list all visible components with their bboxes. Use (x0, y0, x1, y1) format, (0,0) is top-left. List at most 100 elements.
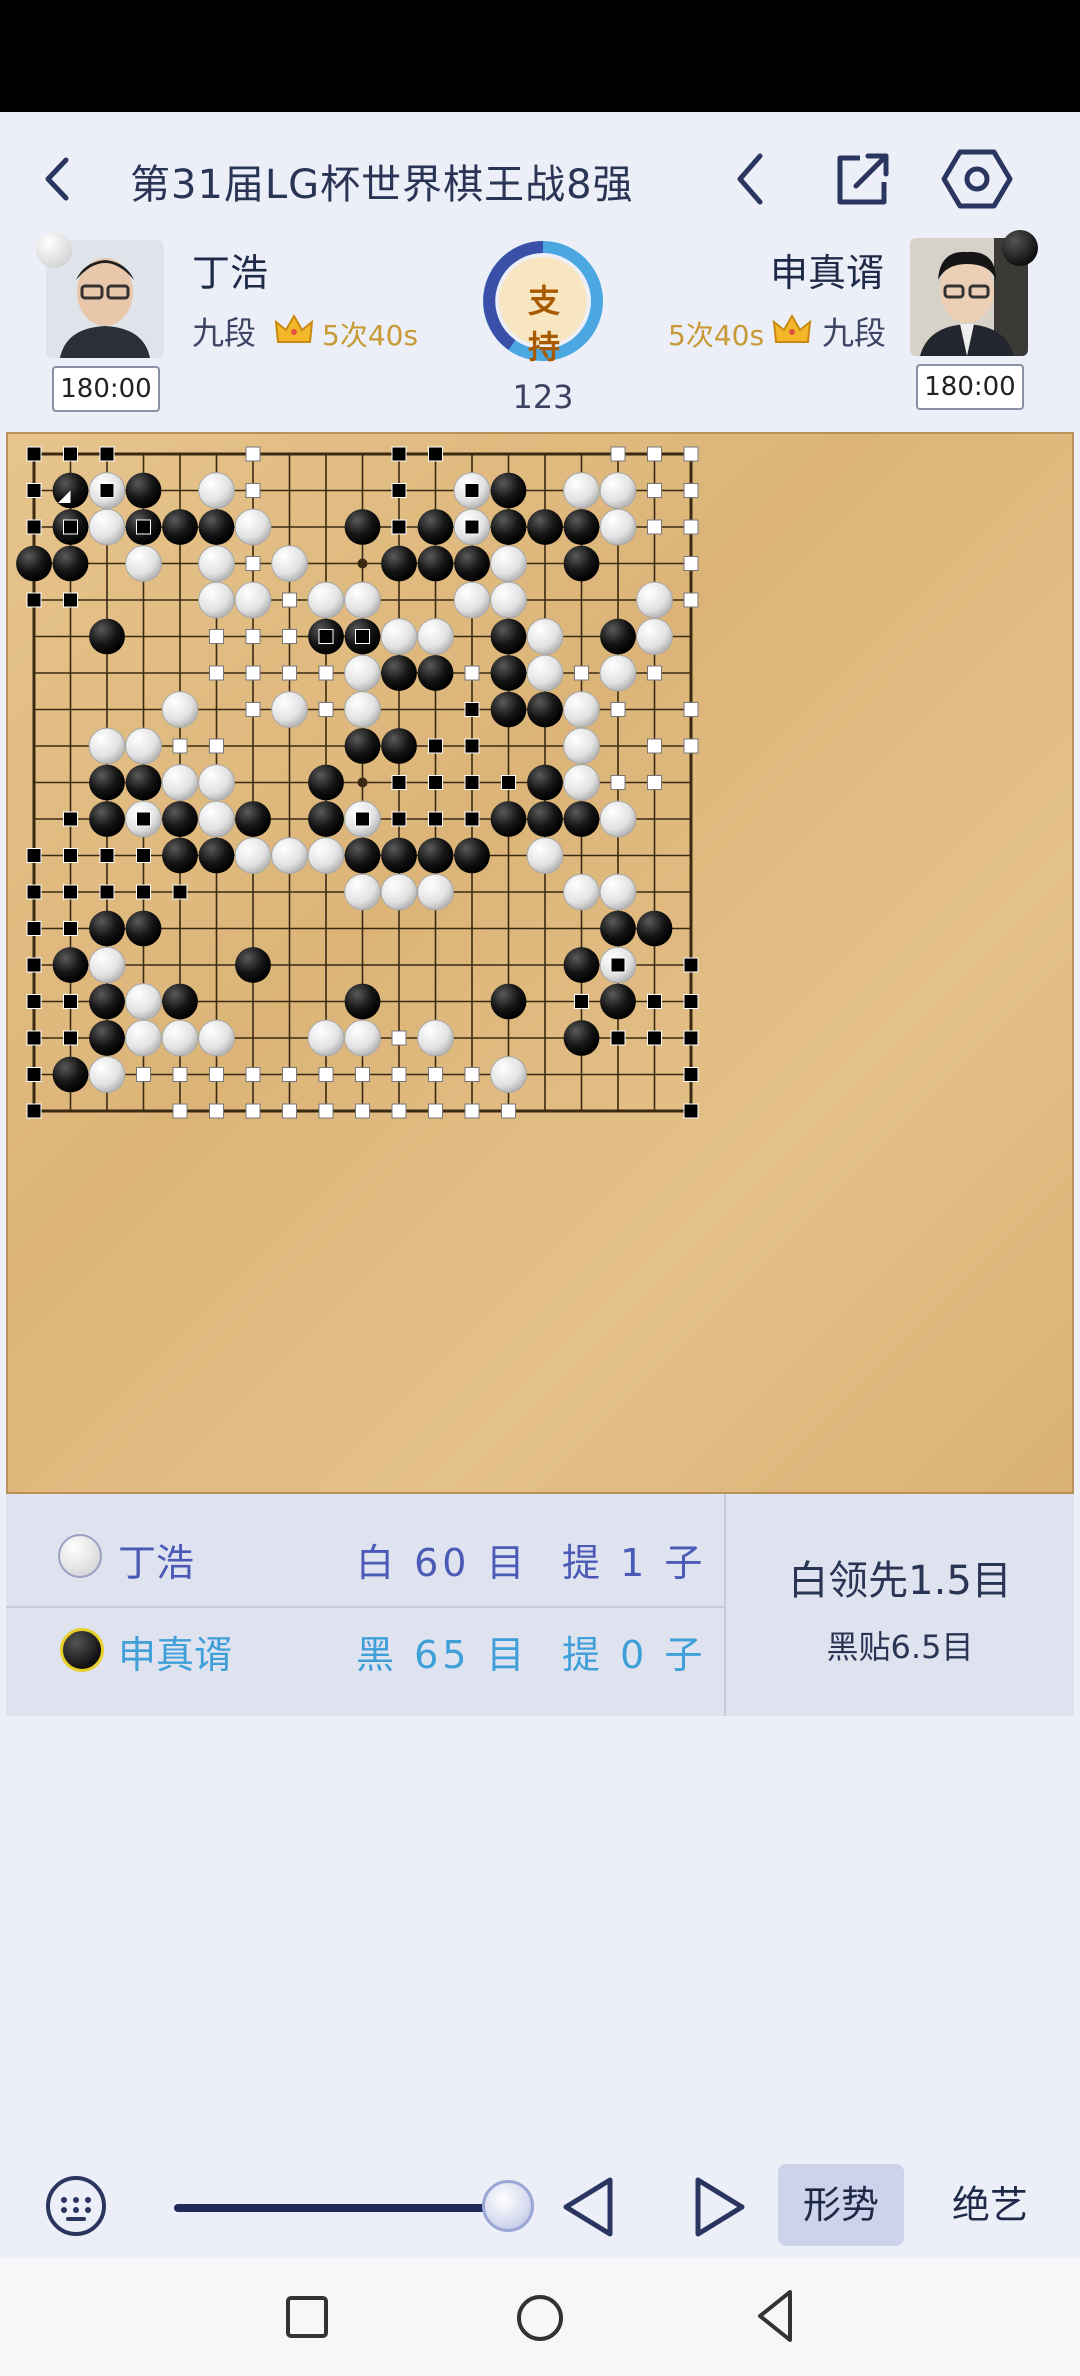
black-stone (52, 1056, 89, 1093)
white-stone (453, 581, 491, 619)
white-stone (125, 545, 162, 582)
black-territory-marker (355, 629, 370, 644)
move-slider-thumb[interactable] (482, 2180, 534, 2232)
black-stone-icon (60, 1628, 104, 1672)
support-label[interactable]: 支持 (518, 276, 570, 368)
back-nav-icon[interactable] (752, 2288, 798, 2344)
white-territory-marker (647, 483, 662, 498)
black-player-rank: 九段 (822, 314, 887, 352)
white-territory-marker (209, 738, 224, 754)
white-player-byoyomi: 5次40s (322, 319, 419, 352)
black-stone (235, 947, 271, 983)
black-territory-marker (683, 1030, 699, 1046)
chevron-left-icon[interactable] (720, 148, 782, 210)
black-territory-marker (464, 775, 480, 790)
black-stone (344, 837, 381, 874)
black-stone (89, 1020, 125, 1056)
star-point (357, 777, 368, 788)
black-stone (162, 509, 198, 545)
white-territory-marker (245, 446, 261, 462)
white-stone (417, 1019, 454, 1057)
white-territory-marker (647, 665, 662, 681)
settings-icon[interactable] (940, 146, 1014, 212)
white-stone (198, 545, 235, 582)
black-territory-marker (501, 775, 516, 790)
black-stone (527, 691, 563, 728)
black-territory-marker (63, 592, 78, 608)
black-stone (235, 801, 271, 837)
black-territory-marker (683, 994, 699, 1009)
black-stone (527, 801, 563, 837)
white-stone (307, 581, 345, 619)
black-score-row: 申真谞 黑 65 目 提 0 子 (6, 1608, 722, 1698)
black-stone (417, 655, 454, 691)
home-icon[interactable] (514, 2292, 566, 2344)
go-board[interactable] (6, 432, 1074, 1494)
black-stone (490, 801, 527, 837)
black-stone (381, 545, 417, 582)
white-stone (599, 800, 637, 838)
white-stone (307, 1019, 345, 1057)
white-stone (526, 654, 564, 692)
white-territory-marker (683, 592, 699, 608)
black-stone (454, 837, 490, 874)
white-territory-marker (209, 1103, 224, 1119)
white-score-row: 丁浩 白 60 目 提 1 子 (6, 1510, 722, 1600)
white-territory-marker (245, 702, 261, 717)
black-territory-marker (26, 1103, 42, 1119)
black-stone (527, 509, 563, 545)
black-territory-marker (318, 629, 334, 644)
black-territory-marker (610, 1030, 626, 1046)
black-territory-marker (99, 446, 115, 462)
black-stone (344, 509, 381, 545)
black-territory-marker (683, 1067, 699, 1082)
white-territory-marker (683, 738, 699, 754)
white-territory-marker (391, 1030, 407, 1046)
black-territory-marker (428, 446, 443, 462)
share-icon[interactable] (830, 148, 894, 210)
white-territory-marker (282, 592, 297, 608)
black-territory-marker (428, 738, 443, 754)
white-territory-marker (647, 738, 662, 754)
black-stone (417, 837, 454, 874)
white-stone (88, 946, 126, 984)
white-territory-marker (209, 1067, 224, 1082)
black-territory-marker (391, 519, 407, 535)
white-territory-marker (282, 665, 297, 681)
white-territory-marker (683, 519, 699, 535)
black-territory-marker (63, 884, 78, 900)
white-stone (125, 983, 162, 1020)
black-stone (417, 509, 454, 545)
previous-move-icon[interactable] (556, 2172, 620, 2242)
black-stone (490, 509, 527, 545)
black-territory-marker (391, 446, 407, 462)
black-territory-marker (26, 483, 42, 498)
black-stone-indicator (1002, 230, 1038, 266)
board-grid[interactable] (8, 434, 1072, 1492)
recent-apps-icon[interactable] (284, 2294, 330, 2340)
black-stone (308, 801, 344, 837)
white-stone (271, 837, 308, 874)
black-territory-marker (647, 1030, 662, 1046)
white-territory-marker (391, 1103, 407, 1119)
ai-analysis-button[interactable]: 绝艺 (930, 2164, 1050, 2246)
white-territory-marker (245, 665, 261, 681)
keyboard-icon[interactable] (44, 2174, 108, 2238)
next-move-icon[interactable] (688, 2172, 752, 2242)
back-icon[interactable] (30, 150, 88, 208)
black-territory-marker (63, 921, 78, 936)
black-stone (381, 728, 417, 764)
white-stone (125, 727, 162, 765)
white-territory-marker (355, 1103, 370, 1119)
white-captures: 提 1 子 (562, 1541, 707, 1585)
black-stone (125, 764, 162, 801)
move-slider-track[interactable] (174, 2204, 510, 2212)
white-player-name: 丁浩 (192, 251, 269, 295)
white-stone (234, 837, 272, 874)
white-stone (599, 472, 637, 509)
black-stone (89, 618, 125, 655)
territory-button[interactable]: 形势 (778, 2164, 904, 2246)
star-point (357, 558, 368, 569)
black-stone (600, 910, 636, 947)
white-stone (490, 1056, 527, 1093)
